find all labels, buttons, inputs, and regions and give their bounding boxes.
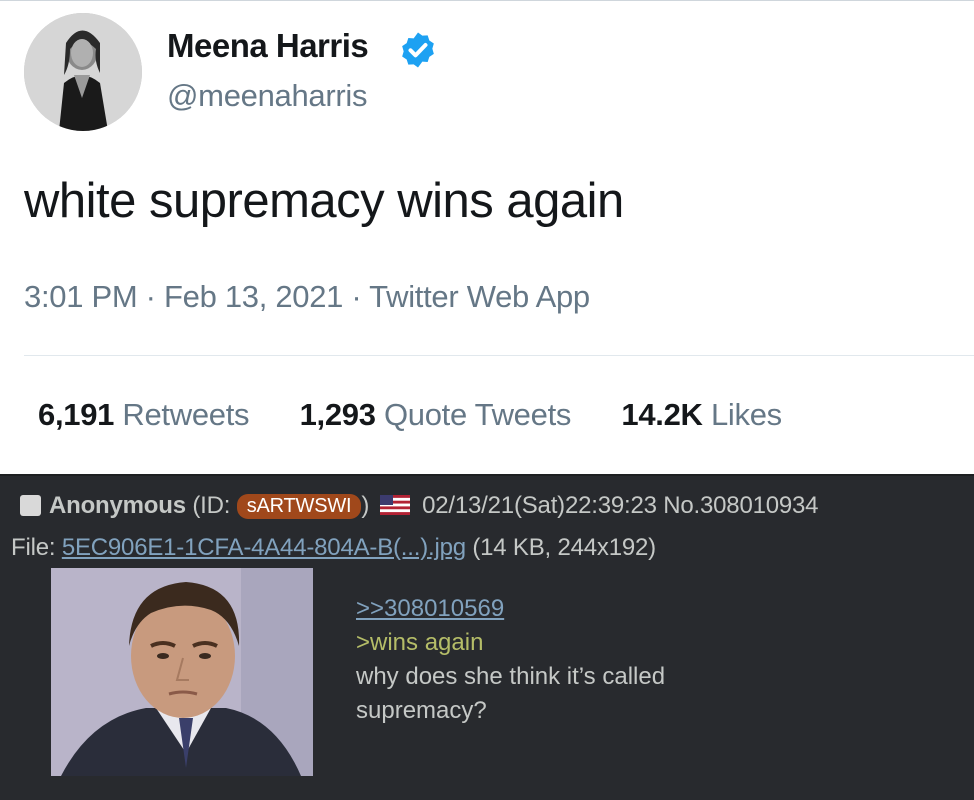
- quote-tweets-count: 1,293: [299, 397, 376, 432]
- retweets-label: Retweets: [122, 397, 250, 432]
- tweet-text: white supremacy wins again: [24, 174, 624, 228]
- post-comment: why does she think it’s called supremacy…: [356, 663, 666, 724]
- author-name[interactable]: Meena Harris: [167, 27, 369, 65]
- post-datetime: 02/13/21(Sat)22:39:23: [422, 492, 657, 519]
- tweet-timestamp[interactable]: 3:01 PM · Feb 13, 2021 · Twitter Web App: [24, 279, 590, 315]
- id-close: ): [361, 492, 370, 519]
- file-info-line: File: 5EC906E1-1CFA-4A44-804A-B(...).jpg…: [11, 534, 656, 562]
- retweets-stat[interactable]: 6,191 Retweets: [38, 397, 250, 432]
- likes-count: 14.2K: [621, 397, 703, 432]
- retweets-count: 6,191: [38, 397, 115, 432]
- tweet-divider: [24, 355, 974, 356]
- quote-link[interactable]: >>308010569: [356, 592, 756, 626]
- post-thumbnail[interactable]: [51, 568, 313, 776]
- verified-badge-icon: [402, 32, 434, 68]
- author-handle[interactable]: @meenaharris: [167, 78, 367, 114]
- poster-name: Anonymous: [49, 492, 186, 519]
- post-select-checkbox[interactable]: [20, 495, 41, 516]
- greentext-line: >wins again: [356, 629, 484, 656]
- post-header: Anonymous (ID: sARTWSWI) 02/13/21(Sat)22…: [20, 492, 819, 520]
- file-link[interactable]: 5EC906E1-1CFA-4A44-804A-B(...).jpg: [62, 534, 466, 561]
- post-body: >>308010569 >wins again why does she thi…: [356, 592, 756, 728]
- quote-tweets-stat[interactable]: 1,293 Quote Tweets: [300, 397, 572, 432]
- file-label: File:: [11, 534, 56, 561]
- tweet-stats: 6,191 Retweets 1,293 Quote Tweets 14.2K …: [38, 397, 824, 433]
- imageboard-post: Anonymous (ID: sARTWSWI) 02/13/21(Sat)22…: [0, 474, 974, 800]
- poster-id-badge[interactable]: sARTWSWI: [236, 494, 362, 519]
- likes-stat[interactable]: 14.2K Likes: [621, 397, 782, 432]
- thumbnail-image: [51, 568, 313, 776]
- file-details: (14 KB, 244x192): [472, 534, 656, 561]
- likes-label: Likes: [710, 397, 782, 432]
- author-avatar[interactable]: [24, 13, 142, 131]
- post-number[interactable]: No.308010934: [663, 492, 818, 519]
- id-open: (ID:: [192, 492, 231, 519]
- tweet-card: Meena Harris @meenaharris white supremac…: [0, 0, 974, 474]
- us-flag-icon: [379, 495, 410, 515]
- avatar-photo: [24, 13, 142, 131]
- quote-tweets-label: Quote Tweets: [383, 397, 572, 432]
